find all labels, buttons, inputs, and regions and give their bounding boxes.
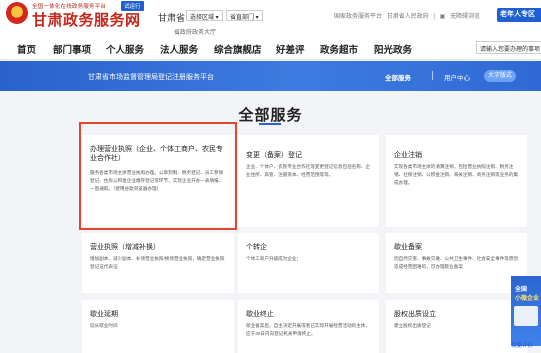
card-description: 个体工商户升级成为企业； <box>246 256 302 261</box>
highlight-box <box>79 122 237 230</box>
card-title: 歇业备案 <box>394 244 422 251</box>
nav-item-corporate-services[interactable]: 法人服务 <box>160 42 198 56</box>
card-title: 个转企 <box>246 244 267 251</box>
card-title: 变更（备案）登记 <box>246 152 302 159</box>
rate-link[interactable]: 我要评价 <box>511 341 533 349</box>
main-nav: 首页 部门事项 个人服务 法人服务 综合旗舰店 好差评 政务超市 阳光政务 请输… <box>0 36 541 60</box>
top-links: 国家政务服务平台 甘肃省人民政府 | ▣ 无障碍浏览 <box>334 11 483 20</box>
service-card-enterprise-deregistration[interactable]: 企业注销 实现各类市场主体的清算注销，包括营业执照注销、税务注销、社保注销、公积… <box>386 135 527 227</box>
banner-link-user-center[interactable]: 用户中心 <box>444 72 470 82</box>
small-business-float-panel[interactable]: 全国 小微企业 <box>511 276 541 346</box>
nav-item-sunshine-affairs[interactable]: 阳光政务 <box>374 42 412 56</box>
card-description: 建立股权出质登记 <box>394 323 431 328</box>
nav-item-rating[interactable]: 好差评 <box>276 42 305 56</box>
logo-title[interactable]: 甘肃政务服务网 <box>32 9 141 30</box>
float-panel-image <box>514 306 538 326</box>
big-font-button[interactable]: 大字版式 <box>484 70 516 82</box>
elder-zone-button[interactable]: 老年人专区 <box>497 8 541 22</box>
float-panel-line1: 全国 <box>515 287 528 293</box>
nav-item-gov-supermarket[interactable]: 政务超市 <box>320 42 358 56</box>
card-description: 歇业备案后，自主决定开展或者已实际开展经营活动的主体，应于30日内向登记机关申请… <box>246 323 371 336</box>
service-card-equity-pledge[interactable]: 股权出质设立 建立股权出质登记 <box>386 300 527 353</box>
banner-link-all-services[interactable]: 全部服务 <box>385 72 411 82</box>
card-description: 实现各类市场主体的清算注销，包括营业执照注销、税务注销、社保注销、公积金注销、海… <box>394 164 519 185</box>
nav-item-personal-services[interactable]: 个人服务 <box>106 42 144 56</box>
accessibility-link[interactable]: 无障碍浏览 <box>450 14 480 20</box>
nav-item-department-matters[interactable]: 部门事项 <box>53 42 91 56</box>
trial-badge: 试运行 <box>121 1 144 11</box>
card-title: 歇业延期 <box>90 311 118 318</box>
banner-divider <box>432 71 433 80</box>
nav-item-home[interactable]: 首页 <box>17 42 36 56</box>
card-title: 营业执照（增减补换） <box>90 244 160 251</box>
top-header: 全国一体化在线政务服务平台 甘肃政务服务网 试运行 甘肃省 选择区域 ▾ 省直部… <box>0 0 541 36</box>
province-label: 甘肃省 <box>158 13 186 23</box>
card-description: 企业、个体户、农民专业合作社等变更登记信息包括名称、企业住所、高管、注册资本、经… <box>246 164 371 177</box>
region-select[interactable]: 选择区域 ▾ <box>186 10 223 21</box>
card-description: 延长歇业时间 <box>90 323 118 328</box>
government-hall-link[interactable]: 省政府政务大厅 <box>174 27 216 36</box>
province-gov-link[interactable]: 甘肃省人民政府 <box>387 14 429 20</box>
top-links-separator: | <box>433 14 435 20</box>
section-underline <box>259 123 281 125</box>
accessibility-icon: ▣ <box>439 14 446 20</box>
service-card-suspension-termination[interactable]: 歇业终止 歇业备案后，自主决定开展或者已实际开展经营活动的主体，应于30日内向登… <box>238 300 379 353</box>
service-card-change-registration[interactable]: 变更（备案）登记 企业、个体户、农民专业合作社等变更登记信息包括名称、企业住所、… <box>238 135 379 227</box>
card-title: 歇业终止 <box>246 311 274 318</box>
service-card-license-changes[interactable]: 营业执照（增减补换） 增加副本、减少副本、补领营业执照/换领营业执照，确定营业执… <box>82 233 234 293</box>
service-card-suspension-extension[interactable]: 歇业延期 延长歇业时间 <box>82 300 234 353</box>
service-card-individual-to-enterprise[interactable]: 个转企 个体工商户升级成为企业； <box>238 233 379 293</box>
department-select[interactable]: 省直部门 ▾ <box>226 10 263 21</box>
search-input[interactable]: 请输入您要办理的事项 <box>476 41 541 54</box>
platform-title: 甘肃省市场监督管理局登记注册服务平台 <box>88 74 214 81</box>
platform-banner: 甘肃省市场监督管理局登记注册服务平台 全部服务 用户中心 大字版式 <box>0 61 541 91</box>
nav-item-flagship-store[interactable]: 综合旗舰店 <box>214 42 262 56</box>
service-card-suspension-filing[interactable]: 歇业备案 因自然灾害、事故灾难、公共卫生事件、社会安全事件等原因造成经营困难的，… <box>386 233 527 293</box>
national-emblem-icon <box>6 2 28 24</box>
card-description: 增加副本、减少副本、补领营业执照/换领营业执照，确定营业执照登记证代表证 <box>90 256 225 269</box>
card-description: 因自然灾害、事故灾难、公共卫生事件、社会安全事件等原因造成经营困难的，可办理歇业… <box>394 256 519 269</box>
national-platform-link[interactable]: 国家政务服务平台 <box>334 14 382 20</box>
float-panel-line2: 小微企业 <box>515 296 540 302</box>
card-title: 企业注销 <box>394 152 422 159</box>
